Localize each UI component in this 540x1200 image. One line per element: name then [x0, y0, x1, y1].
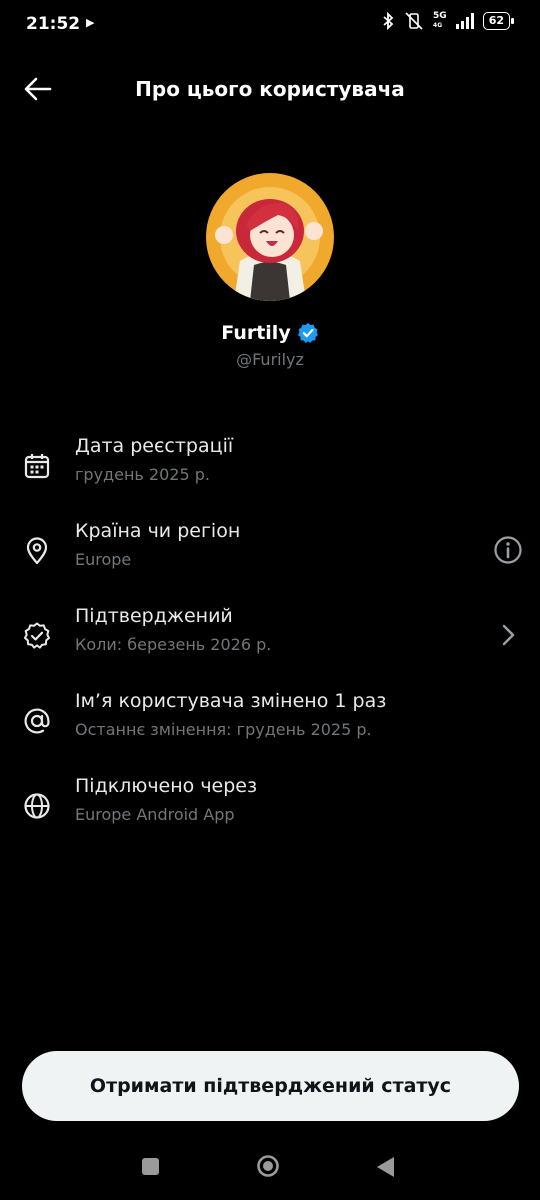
chevron-right-icon[interactable]: [492, 619, 524, 651]
verified-badge-icon: [24, 622, 50, 649]
info-icon[interactable]: [492, 534, 524, 566]
detail-label: Підтверджений: [75, 605, 233, 627]
avatar[interactable]: [206, 173, 334, 301]
detail-row-connected-via: Підключено через Europe Android App: [0, 775, 540, 855]
battery-indicator: 62: [482, 12, 515, 30]
vibrate-off-icon: [405, 12, 423, 30]
page-title: Про цього користувача: [135, 77, 405, 101]
get-verified-button[interactable]: Отримати підтверджений статус: [22, 1051, 519, 1121]
detail-row-country: Країна чи регіон Europe: [0, 520, 540, 600]
detail-label: Ім’я користувача змінено 1 раз: [75, 690, 387, 712]
calendar-icon: [24, 454, 50, 479]
recents-nav-button[interactable]: [142, 1158, 159, 1175]
network-indicator: 5G 4G: [433, 12, 447, 30]
detail-label: Підключено через: [75, 775, 258, 797]
signal-icon: [455, 13, 474, 29]
avatar-illustration: [206, 173, 334, 301]
network-type: 5G: [433, 11, 447, 21]
detail-value: Europe Android App: [75, 805, 235, 824]
at-sign-icon: [24, 708, 50, 734]
globe-icon: [24, 793, 50, 819]
home-nav-button[interactable]: [256, 1154, 280, 1178]
back-nav-button[interactable]: [374, 1155, 396, 1179]
status-icons: 5G 4G 62: [381, 12, 515, 30]
detail-value: Коли: березень 2026 р.: [75, 635, 272, 654]
detail-label: Дата реєстрації: [75, 435, 234, 457]
detail-label: Країна чи регіон: [75, 520, 241, 542]
detail-row-verified[interactable]: Підтверджений Коли: березень 2026 р.: [0, 605, 540, 685]
bluetooth-icon: [383, 12, 394, 30]
detail-row-username-changes: Ім’я користувача змінено 1 раз Останнє з…: [0, 690, 540, 770]
media-play-icon: ▶: [86, 16, 95, 29]
profile-handle: @Furilyz: [236, 350, 304, 369]
detail-value: Europe: [75, 550, 132, 569]
profile-name-row: Furtily: [0, 322, 540, 344]
verified-check-icon: [297, 323, 318, 343]
location-pin-icon: [26, 537, 48, 565]
detail-value: грудень 2025 р.: [75, 465, 210, 484]
detail-value: Останнє змінення: грудень 2025 р.: [75, 720, 372, 739]
profile-name: Furtily: [221, 322, 291, 344]
status-time: 21:52: [26, 14, 81, 34]
network-sub-type: 4G: [433, 22, 443, 29]
detail-row-joined: Дата реєстрації грудень 2025 р.: [0, 435, 540, 515]
